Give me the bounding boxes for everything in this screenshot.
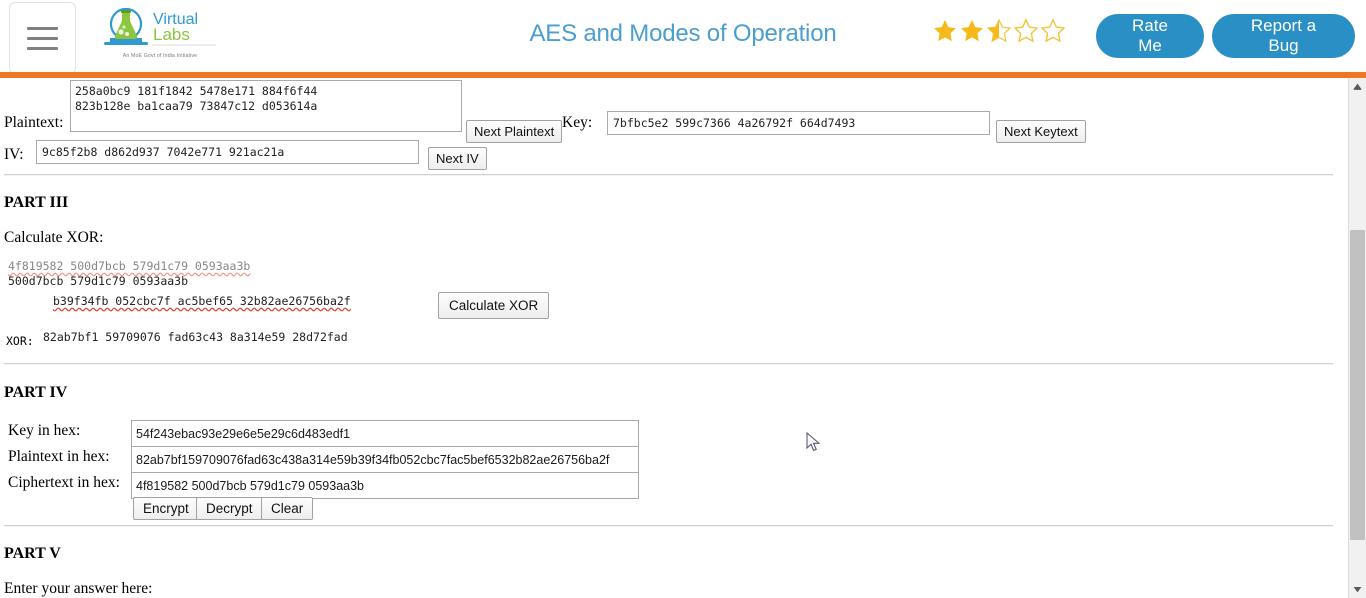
answer-prompt-label: Enter your answer here: — [4, 580, 153, 597]
next-iv-button[interactable]: Next IV — [428, 147, 487, 170]
mouse-cursor — [806, 432, 821, 452]
iv-label: IV: — [4, 146, 24, 163]
page-header: Virtual Labs An MoE Govt of India Initia… — [0, 0, 1366, 78]
xor-operand1-visible-line: 500d7bcb 579d1c79 0593aa3b — [8, 274, 189, 286]
encrypt-button[interactable]: Encrypt — [133, 497, 199, 520]
xor-operand1-textarea[interactable]: 4f819582 500d7bcb 579d1c79 0593aa3b 500d… — [4, 257, 404, 286]
next-plaintext-button[interactable]: Next Plaintext — [466, 120, 563, 143]
calculate-xor-button[interactable]: Calculate XOR — [438, 292, 550, 319]
rate-me-button[interactable]: Rate Me — [1096, 14, 1204, 58]
rating-star-1-filled[interactable] — [932, 18, 958, 44]
calculate-xor-label: Calculate XOR: — [4, 229, 104, 246]
ciphertext-in-hex-label: Ciphertext in hex: — [8, 474, 120, 491]
rating-star-5-empty[interactable] — [1040, 18, 1066, 44]
xor-operand1-clipped-line: 4f819582 500d7bcb 579d1c79 0593aa3b — [8, 259, 251, 273]
part-iii-heading: PART III — [4, 194, 69, 211]
part-v-heading: PART V — [4, 545, 61, 562]
key-textarea[interactable] — [607, 111, 990, 135]
next-keytext-button[interactable]: Next Keytext — [996, 120, 1086, 143]
plaintext-in-hex-input[interactable]: 82ab7bf159709076fad63c438a314e59b39f34fb… — [131, 446, 639, 473]
part-iv-heading: PART IV — [4, 384, 68, 401]
scroll-down-arrow-icon[interactable] — [1349, 581, 1366, 598]
section-divider — [4, 525, 1333, 527]
scroll-up-arrow-icon[interactable] — [1349, 78, 1366, 95]
ciphertext-in-hex-input[interactable]: 4f819582 500d7bcb 579d1c79 0593aa3b — [131, 472, 639, 499]
logo-tagline: An MoE Govt of India Initiative — [122, 53, 198, 59]
xor-result-label: XOR: — [6, 334, 34, 348]
report-a-bug-button[interactable]: Report a Bug — [1212, 14, 1355, 58]
plaintext-label: Plaintext: — [4, 114, 64, 131]
rating-stars[interactable] — [932, 18, 1066, 44]
scrollbar-thumb[interactable] — [1350, 230, 1365, 540]
xor-operand2-textarea[interactable]: b39f34fb 052cbc7f ac5bef65 32b82ae26756b… — [48, 290, 441, 322]
plaintext-textarea[interactable] — [70, 80, 462, 132]
key-in-hex-label: Key in hex: — [8, 422, 81, 439]
plaintext-in-hex-label: Plaintext in hex: — [8, 448, 110, 465]
section-divider — [4, 174, 1333, 176]
main-content: Plaintext: Next Plaintext Key: Next Keyt… — [0, 78, 1366, 598]
section-divider — [4, 363, 1333, 365]
key-in-hex-input[interactable]: 54f243ebac93e29e6e5e29c6d483edf1 — [131, 420, 639, 447]
key-label: Key: — [562, 114, 593, 131]
clear-button[interactable]: Clear — [261, 497, 314, 520]
rating-star-2-filled[interactable] — [959, 18, 985, 44]
xor-result-textarea[interactable]: 82ab7bf1 59709076 fad63c43 8a314e59 28d7… — [38, 326, 443, 358]
vertical-scrollbar[interactable] — [1348, 78, 1366, 598]
rating-star-4-empty[interactable] — [1013, 18, 1039, 44]
iv-textarea[interactable] — [36, 140, 419, 164]
decrypt-button[interactable]: Decrypt — [196, 497, 263, 520]
rating-star-3-half[interactable] — [986, 18, 1012, 44]
